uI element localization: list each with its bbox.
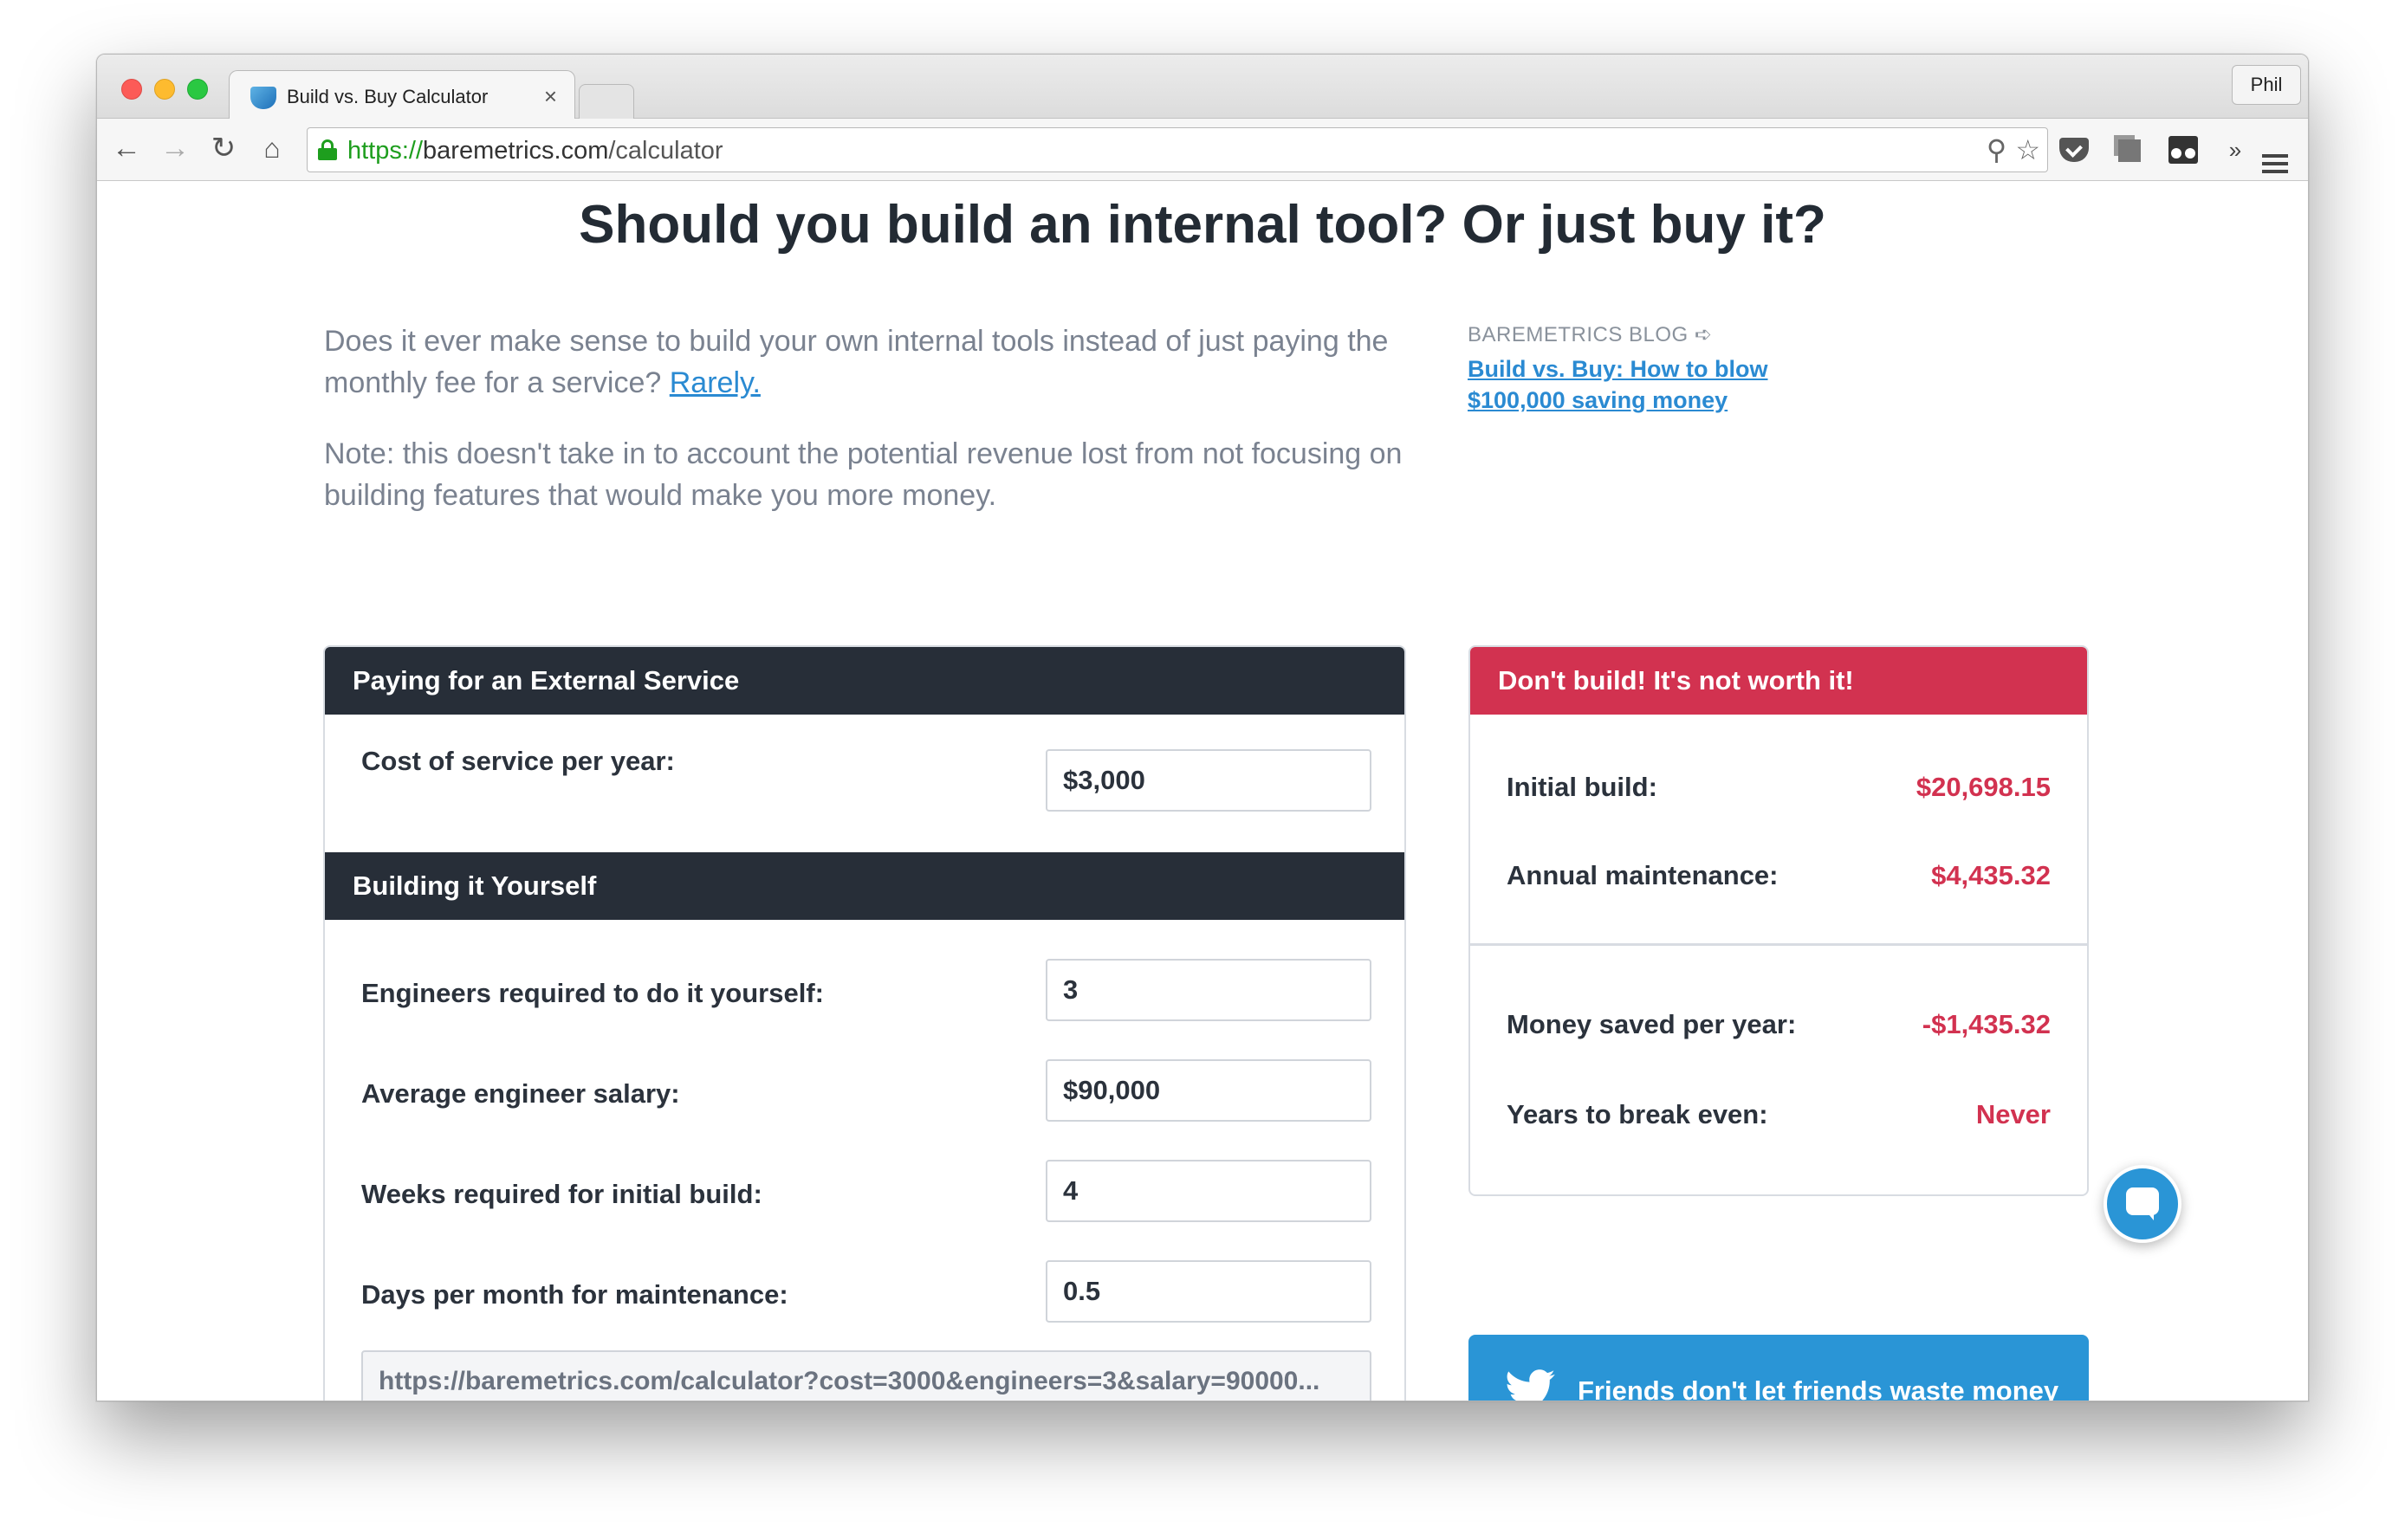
tweet-button[interactable]: Friends don't let friends waste money: [1468, 1335, 2089, 1401]
browser-menu-icon[interactable]: [2258, 133, 2292, 167]
minimize-window-button[interactable]: [154, 79, 175, 100]
engineers-label: Engineers required to do it yourself:: [361, 978, 824, 1008]
annual-maintenance-value: $4,435.32: [1931, 860, 2051, 890]
tab-strip: Build vs. Buy Calculator × Phil: [97, 55, 2308, 120]
browser-tab-active[interactable]: Build vs. Buy Calculator ×: [229, 70, 575, 120]
initial-build-value: $20,698.15: [1916, 772, 2051, 802]
cost-label: Cost of service per year:: [361, 746, 675, 776]
break-even-label: Years to break even:: [1507, 1099, 1768, 1129]
annual-maintenance-label: Annual maintenance:: [1507, 860, 1779, 890]
blog-eyebrow: BAREMETRICS BLOG ➪: [1468, 323, 1713, 346]
intro-section: Does it ever make sense to build your ow…: [324, 320, 1494, 546]
weeks-input[interactable]: 4: [1046, 1160, 1371, 1222]
calculator-input-panel: Paying for an External Service Cost of s…: [323, 645, 1406, 1401]
url-text: https://baremetrics.com/calculator: [347, 137, 723, 165]
browser-window: Build vs. Buy Calculator × Phil ← → ↻ ⌂ …: [96, 54, 2309, 1401]
tweet-button-label: Friends don't let friends waste money: [1578, 1375, 2059, 1401]
lock-icon: [318, 139, 337, 160]
twitter-bird-icon: [1507, 1369, 1555, 1401]
cost-input[interactable]: $3,000: [1046, 749, 1371, 812]
new-tab-button[interactable]: [579, 84, 634, 119]
forward-arrow-icon[interactable]: →: [158, 131, 192, 165]
zoom-window-button[interactable]: [187, 79, 208, 100]
page-title: Should you build an internal tool? Or ju…: [579, 195, 1826, 255]
result-divider: [1470, 943, 2087, 946]
incognito-extension-icon[interactable]: [2166, 133, 2201, 167]
home-icon[interactable]: ⌂: [255, 131, 289, 165]
days-label: Days per month for maintenance:: [361, 1279, 788, 1310]
money-saved-label: Money saved per year:: [1507, 1009, 1797, 1039]
share-url-field[interactable]: https://baremetrics.com/calculator?cost=…: [361, 1350, 1371, 1401]
money-saved-value: -$1,435.32: [1922, 1009, 2051, 1039]
initial-build-label: Initial build:: [1507, 772, 1657, 802]
weeks-label: Weeks required for initial build:: [361, 1179, 762, 1209]
search-zoom-icon[interactable]: ⚲: [1987, 134, 2006, 165]
result-panel: Don't build! It's not worth it! Initial …: [1468, 645, 2089, 1196]
rarely-link[interactable]: Rarely.: [670, 366, 761, 399]
note-paragraph: Note: this doesn't take in to account th…: [324, 437, 1403, 512]
address-bar[interactable]: https://baremetrics.com/calculator ⚲ ☆: [307, 127, 2048, 172]
back-arrow-icon[interactable]: ←: [109, 131, 144, 165]
chat-support-button[interactable]: [2104, 1165, 2181, 1243]
copy-extension-icon[interactable]: [2112, 133, 2147, 167]
extension-icons: »: [2057, 129, 2308, 171]
baremetrics-favicon-icon: [250, 87, 276, 109]
more-extensions-chevron-icon[interactable]: »: [2218, 133, 2253, 167]
engineers-input[interactable]: 3: [1046, 959, 1371, 1021]
pocket-extension-icon[interactable]: [2057, 133, 2091, 167]
external-service-heading: Paying for an External Service: [325, 647, 1404, 715]
days-input[interactable]: 0.5: [1046, 1260, 1371, 1323]
salary-input[interactable]: $90,000: [1046, 1059, 1371, 1122]
tab-title: Build vs. Buy Calculator: [287, 86, 489, 107]
break-even-value: Never: [1975, 1099, 2051, 1129]
reload-icon[interactable]: ↻: [206, 131, 241, 165]
blog-post-link[interactable]: Build vs. Buy: How to blow $100,000 savi…: [1468, 353, 1814, 416]
tab-close-icon[interactable]: ×: [544, 83, 557, 110]
salary-label: Average engineer salary:: [361, 1078, 680, 1109]
page-content: Should you build an internal tool? Or ju…: [97, 182, 2308, 1401]
profile-button[interactable]: Phil: [2232, 65, 2301, 105]
bookmark-star-icon[interactable]: ☆: [2015, 134, 2040, 165]
browser-toolbar: ← → ↻ ⌂ https://baremetrics.com/calculat…: [97, 119, 2308, 181]
chat-bubble-icon: [2126, 1187, 2159, 1220]
intro-paragraph: Does it ever make sense to build your ow…: [324, 325, 1389, 399]
building-yourself-heading: Building it Yourself: [325, 852, 1404, 920]
close-window-button[interactable]: [121, 79, 142, 100]
result-heading: Don't build! It's not worth it!: [1470, 647, 2087, 715]
